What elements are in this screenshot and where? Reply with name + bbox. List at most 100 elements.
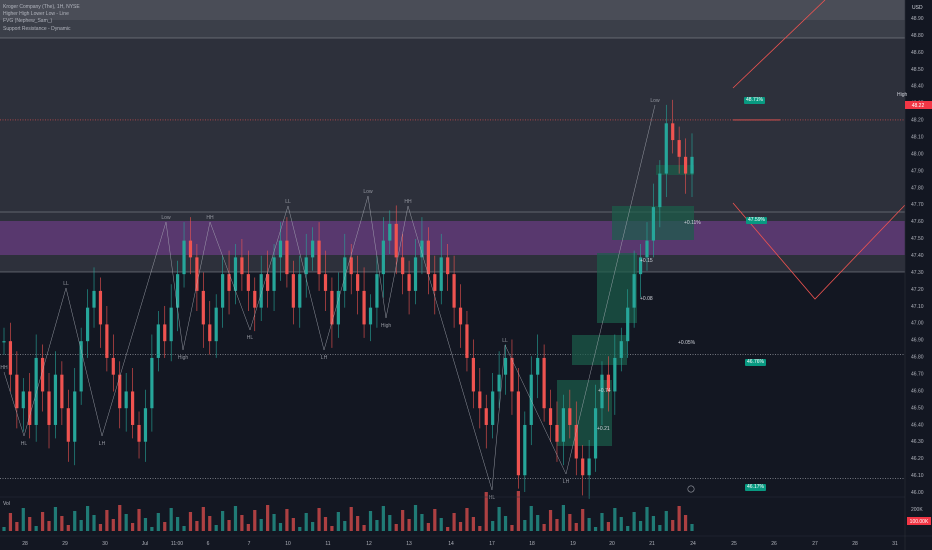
volume-bar [221, 511, 225, 531]
volume-bar [638, 521, 643, 531]
candle-body [356, 274, 360, 291]
time-tick: 11 [325, 541, 330, 547]
candle-body [651, 207, 656, 241]
price-tick: 46.20 [911, 456, 924, 462]
candle-body [21, 391, 25, 409]
candle-body [130, 391, 135, 425]
indicator-fvg[interactable]: FVG (Nephew_Sam_) [3, 18, 80, 25]
time-tick: 25 [731, 541, 737, 547]
candle-body [124, 391, 128, 409]
symbol-title[interactable]: Kroger Company (The), 1H, NYSE [3, 4, 80, 11]
volume-bar [677, 506, 681, 531]
volume-bar [150, 527, 154, 531]
swing-label: Low [363, 189, 373, 195]
candle-body [92, 290, 96, 308]
time-tick: 11:00 [171, 541, 183, 547]
tradingview-chart[interactable]: HH HL LL LH Low High HH HL LL LH Low High HH HL LL LH Lo… [0, 0, 932, 550]
candle-body [163, 324, 167, 342]
volume-bar [304, 513, 308, 531]
candle-body [8, 341, 13, 375]
candle-body [34, 357, 38, 425]
volume-bar [362, 525, 366, 531]
volume-bar [503, 516, 508, 531]
candle-body [542, 357, 546, 409]
indicator-legend: Kroger Company (The), 1H, NYSE Higher Hi… [3, 4, 80, 33]
candle-body [233, 257, 238, 291]
volume-bar [458, 522, 463, 531]
volume-bar [163, 522, 167, 531]
candle-body [85, 307, 90, 342]
volume-bar [471, 517, 475, 531]
volume-bar [2, 527, 6, 531]
volume-bar [285, 509, 289, 531]
volume-bar [66, 525, 70, 531]
price-tick: 46.50 [911, 405, 924, 411]
candle-body [214, 307, 218, 342]
high-tag: High [897, 92, 908, 98]
candle-body [529, 374, 533, 425]
time-tick: 14 [448, 541, 454, 547]
volume-bar [426, 523, 430, 531]
candle-body [240, 257, 244, 275]
volume-bar [323, 517, 328, 531]
candle-body [156, 324, 160, 358]
candle-body [593, 408, 598, 459]
candle-body [491, 391, 495, 425]
candle-body [291, 274, 295, 308]
price-tick: 47.20 [911, 287, 924, 293]
price-tick: 46.30 [911, 439, 924, 445]
volume-bar [606, 522, 611, 531]
candle-body [317, 240, 321, 275]
volume-bar [28, 517, 32, 531]
volume-bar [664, 511, 668, 531]
time-tick: 28 [22, 541, 28, 547]
volume-bar [298, 527, 302, 531]
volume-bar [452, 513, 456, 531]
volume-bar [491, 521, 495, 531]
time-tick: 6 [207, 541, 210, 547]
volume-bar [587, 518, 591, 531]
volume-bar [683, 515, 688, 531]
volume-bar [47, 521, 51, 531]
volume-bar [568, 514, 572, 531]
volume-bar [176, 517, 180, 531]
candle-body [259, 274, 263, 308]
candle-body [143, 408, 148, 442]
time-tick: 7 [248, 541, 251, 547]
price-tick: 48.10 [911, 135, 924, 141]
volume-bar [433, 509, 437, 531]
indicator-sr[interactable]: Support Resistance - Dynamic [3, 26, 80, 33]
candle-body [137, 424, 141, 442]
volume-bar [368, 511, 373, 531]
chart-canvas[interactable]: HH HL LL LH Low High HH HL LL LH Low High HH HL LL LH Lo… [0, 0, 932, 550]
swing-label: LL [63, 281, 69, 287]
candle-body [471, 357, 475, 392]
candle-body [581, 458, 585, 476]
swing-label: Low [161, 215, 171, 221]
indicator-hhll[interactable]: Higher High Lower Low - Line [3, 11, 80, 18]
volume-bar [85, 506, 90, 531]
candle-body [555, 424, 559, 442]
candle-body [298, 274, 302, 308]
swing-label: Low [650, 98, 660, 104]
volume-bar [259, 519, 263, 531]
candle-body [613, 357, 617, 392]
fvg-label: +0.05% [678, 340, 696, 346]
candle-body [433, 274, 437, 291]
fvg-label: +0.08 [640, 296, 653, 302]
volume-bar [8, 513, 13, 531]
candle-body [452, 274, 456, 308]
volume-bar [478, 526, 482, 531]
volume-bar [574, 523, 578, 531]
volume-bar [645, 507, 649, 531]
volume-bar [394, 524, 398, 531]
price-tick: 46.80 [911, 355, 924, 361]
volume-bar [619, 517, 623, 531]
price-tick: 46.40 [911, 422, 924, 428]
candle-body [105, 324, 109, 358]
candle-body [73, 391, 77, 442]
time-tick: 17 [489, 541, 495, 547]
volume-bar [671, 520, 675, 531]
candle-body [484, 408, 488, 425]
candle-body [201, 290, 205, 325]
